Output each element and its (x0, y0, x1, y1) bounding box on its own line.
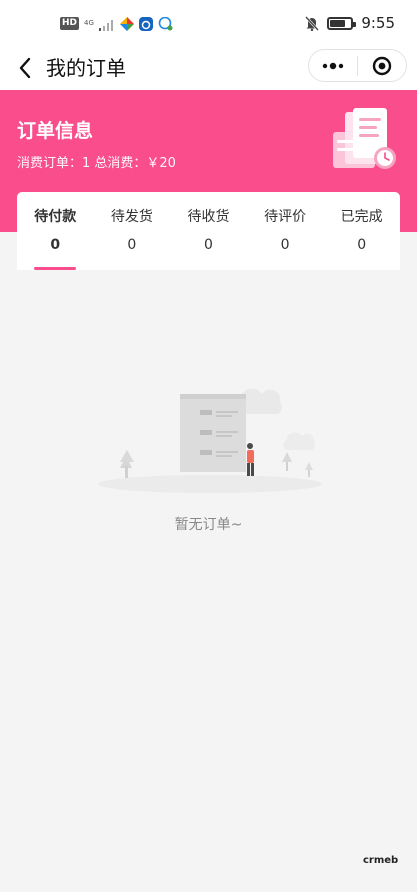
back-arrow-icon (19, 57, 31, 79)
back-button[interactable] (10, 52, 40, 84)
mute-bell-icon (305, 15, 320, 31)
more-button[interactable] (309, 50, 357, 81)
nav-bar: 我的订单 (0, 46, 417, 90)
target-close-icon (372, 56, 392, 75)
battery-level (330, 19, 346, 27)
battery-icon (327, 16, 357, 30)
app-blue-icon (139, 16, 153, 31)
more-dots-icon (322, 62, 344, 69)
tab-completed[interactable]: 已完成 0 (323, 192, 400, 270)
tab-pending-review[interactable]: 待评价 0 (247, 192, 324, 270)
mini-program-capsule (308, 49, 407, 82)
tab-label: 待收货 (187, 209, 230, 225)
tab-count: 0 (50, 237, 61, 253)
hd-badge: HD (60, 17, 80, 30)
status-bar: HD 4G 9:55 (0, 0, 417, 46)
tab-label: 待评价 (264, 209, 307, 225)
crmeb-logo: crmeb (363, 855, 398, 866)
page-title: 我的订单 (46, 56, 126, 80)
tab-label: 待付款 (34, 209, 77, 225)
close-program-button[interactable] (358, 50, 406, 81)
svg-text:crmeb: crmeb (363, 855, 398, 866)
tab-count: 0 (357, 237, 367, 253)
tab-count: 0 (127, 237, 137, 253)
status-left: HD 4G (60, 14, 173, 33)
signal-icon: 4G (84, 14, 115, 33)
order-status-tabs: 待付款 0 待发货 0 待收货 0 待评价 0 已完成 0 (17, 192, 400, 270)
tab-label: 待发货 (110, 209, 153, 225)
tab-pending-receipt[interactable]: 待收货 0 (170, 192, 247, 270)
status-right: 9:55 (305, 14, 395, 32)
network-label: 4G (84, 19, 94, 27)
empty-orders-message: 暂无订单~ (174, 517, 243, 533)
app-colorful-icon (120, 16, 134, 31)
order-summary: 消费订单：1 总消费：￥20 (17, 156, 176, 171)
chat-bubble-icon (158, 16, 173, 30)
active-tab-indicator (34, 267, 76, 270)
empty-orders-illustration (98, 388, 322, 493)
tab-pending-shipment[interactable]: 待发货 0 (94, 192, 171, 270)
receipt-illustration-icon (333, 108, 396, 169)
tab-count: 0 (204, 237, 213, 253)
tab-label: 已完成 (340, 209, 383, 225)
tab-pending-payment[interactable]: 待付款 0 (17, 192, 94, 270)
tab-count: 0 (280, 237, 290, 253)
order-info-title: 订单信息 (17, 120, 94, 142)
status-time: 9:55 (361, 14, 395, 32)
